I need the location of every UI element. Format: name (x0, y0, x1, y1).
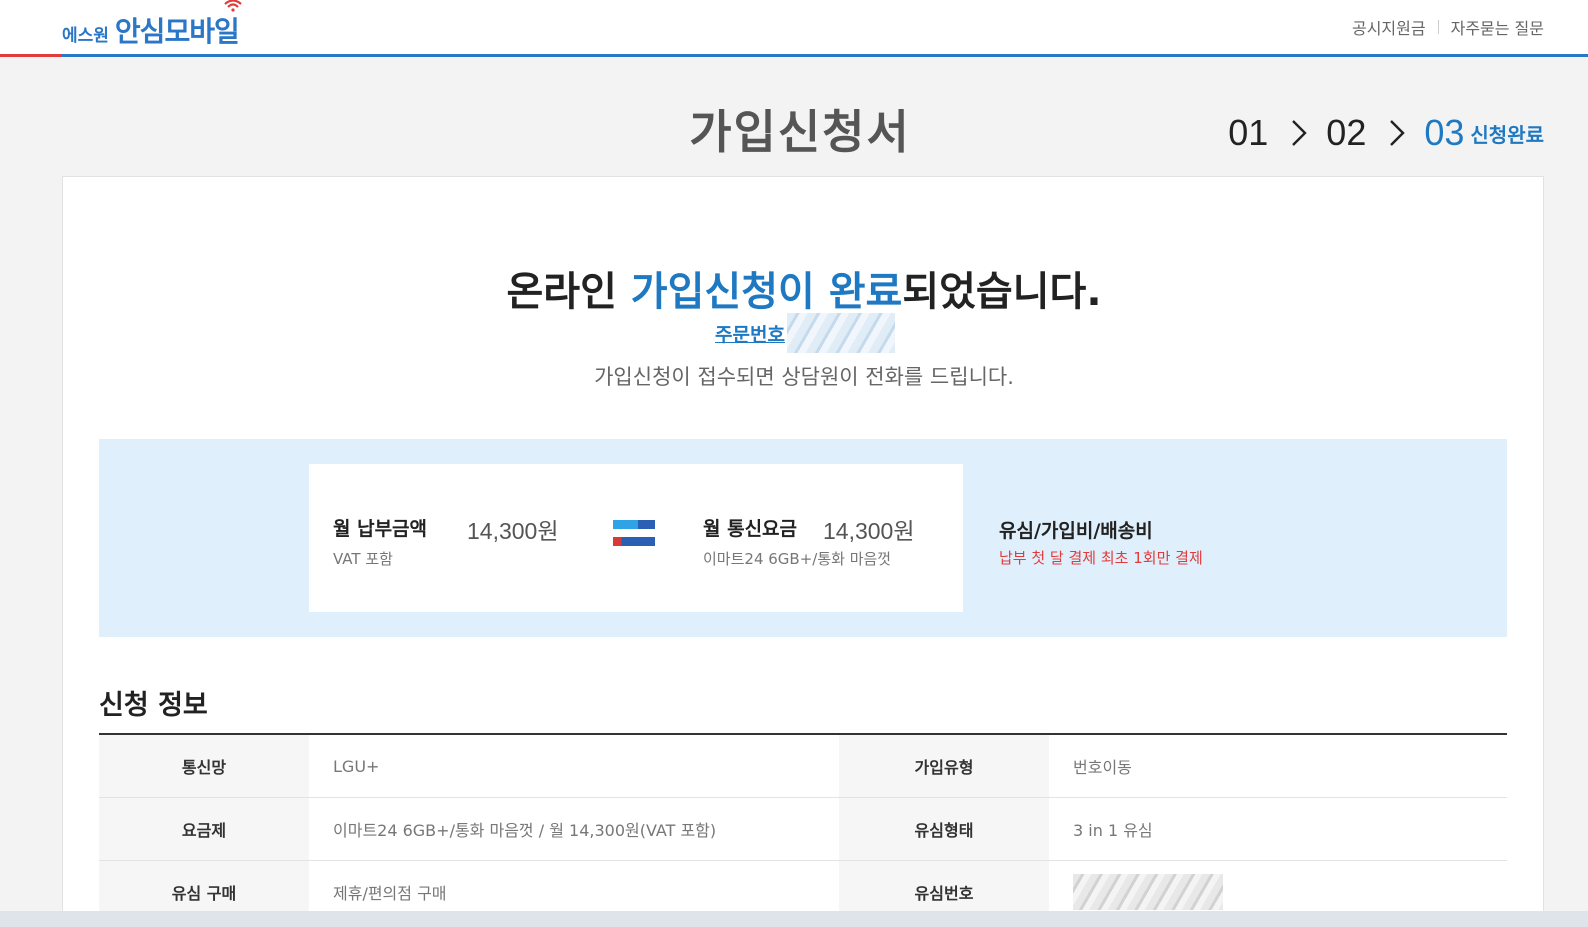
top-links: 공시지원금 자주묻는 질문 (1352, 15, 1544, 39)
chevron-right-icon (1390, 120, 1406, 146)
completion-title-suffix: 되었습니다. (902, 269, 1102, 315)
monthly-payment-note: VAT 포함 (333, 550, 393, 568)
table-row: 통신망 LGU+ 가입유형 번호이동 (99, 735, 1507, 798)
equals-icon (613, 520, 655, 548)
row-header-plan: 요금제 (99, 798, 309, 860)
order-number-row: 주문번호 (715, 313, 895, 353)
link-divider (1437, 20, 1439, 34)
completion-card: 온라인 가입신청이 완료되었습니다. 주문번호 가입신청이 접수되면 상담원이 … (62, 176, 1544, 927)
logo-brand-name: 안심모바일 (114, 15, 240, 48)
completion-title: 온라인 가입신청이 완료되었습니다. (63, 259, 1545, 317)
monthly-payment-value: 14,300원 (467, 518, 559, 544)
step-03: 03 (1424, 112, 1465, 153)
price-summary: 월 납부금액 14,300원 VAT 포함 월 통신요금 14,300원 이마트… (99, 439, 1507, 637)
monthly-payment-label: 월 납부금액 (333, 518, 428, 540)
row-header-join-type: 가입유형 (839, 735, 1049, 797)
monthly-fee-label: 월 통신요금 (703, 518, 798, 540)
chevron-right-icon (1292, 120, 1307, 146)
link-subsidy[interactable]: 공시지원금 (1352, 15, 1426, 39)
sim-number-redacted (1073, 874, 1223, 910)
table-row: 요금제 이마트24 6GB+/통화 마음껏 / 월 14,300원(VAT 포함… (99, 798, 1507, 861)
row-header-sim-type: 유심형태 (839, 798, 1049, 860)
extra-fee-note: 납부 첫 달 결제 최초 1회만 결제 (999, 549, 1203, 567)
row-value-network: LGU+ (333, 756, 380, 776)
price-summary-inner: 월 납부금액 14,300원 VAT 포함 월 통신요금 14,300원 이마트… (309, 464, 963, 612)
site-header: 에스원 안심모바일 공시지원금 자주묻는 질문 (0, 0, 1588, 57)
application-info-table: 통신망 LGU+ 가입유형 번호이동 요금제 이마트24 6GB+/통화 마음껏… (99, 733, 1507, 924)
header-divider (0, 54, 1588, 57)
header-divider-accent (0, 54, 62, 57)
step-01: 01 (1228, 112, 1269, 153)
completion-title-highlight: 가입신청이 완료 (630, 269, 903, 315)
row-value-sim-type: 3 in 1 유심 (1073, 821, 1153, 840)
link-faq[interactable]: 자주묻는 질문 (1451, 15, 1544, 39)
order-number-label[interactable]: 주문번호 (715, 320, 785, 347)
order-number-redacted (786, 313, 895, 353)
step-indicator: 01 02 03 신청완료 (1228, 112, 1544, 154)
site-logo[interactable]: 에스원 안심모바일 (62, 0, 242, 50)
row-value-join-type: 번호이동 (1073, 758, 1132, 777)
wifi-icon (224, 0, 242, 12)
extra-fee-title: 유심/가입비/배송비 (999, 520, 1153, 542)
completion-subtitle: 가입신청이 접수되면 상담원이 전화를 드립니다. (594, 365, 1014, 389)
step-02: 02 (1326, 112, 1367, 153)
completion-title-prefix: 온라인 (506, 269, 631, 315)
monthly-fee-note: 이마트24 6GB+/통화 마음껏 (703, 550, 892, 568)
window-bottom-edge (0, 911, 1588, 927)
section-title-application-info: 신청 정보 (99, 690, 208, 721)
row-header-network: 통신망 (99, 735, 309, 797)
step-current-label: 신청완료 (1470, 124, 1544, 147)
monthly-fee-value: 14,300원 (823, 518, 915, 544)
logo-small-text: 에스원 (62, 26, 109, 46)
row-value-plan: 이마트24 6GB+/통화 마음껏 / 월 14,300원(VAT 포함) (333, 821, 717, 840)
logo-big-text: 안심모바일 (114, 0, 242, 50)
